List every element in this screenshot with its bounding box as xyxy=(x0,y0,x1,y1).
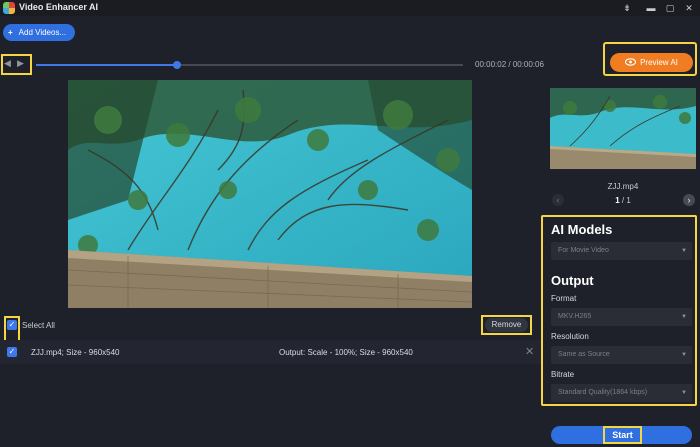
app-logo-icon xyxy=(3,2,15,14)
video-thumbnail[interactable] xyxy=(550,88,696,169)
ai-model-value: For Movie Video xyxy=(558,247,609,254)
select-all-label: Select All xyxy=(22,321,55,330)
preview-ai-button[interactable]: Preview AI xyxy=(610,53,693,72)
bitrate-value: Standard Quality(1864 kbps) xyxy=(558,389,648,396)
format-value: MKV.H265 xyxy=(558,313,592,320)
row-file-info: ZJJ.mp4; Size - 960x540 xyxy=(31,348,120,357)
plus-icon: + xyxy=(8,28,13,37)
eye-icon xyxy=(625,58,637,66)
format-select[interactable]: MKV.H265 ▼ xyxy=(551,308,692,326)
timeline-handle[interactable] xyxy=(173,61,181,69)
resolution-value: Same as Source xyxy=(558,351,610,358)
bitrate-select[interactable]: Standard Quality(1864 kbps) ▼ xyxy=(551,384,692,402)
output-title: Output xyxy=(551,273,594,288)
start-label[interactable]: Start xyxy=(603,426,642,444)
ai-models-title: AI Models xyxy=(551,222,613,237)
pin-icon[interactable]: ⇟ xyxy=(616,1,638,15)
bitrate-label: Bitrate xyxy=(551,370,575,379)
next-page-icon[interactable]: › xyxy=(683,194,695,206)
resolution-select[interactable]: Same as Source ▼ xyxy=(551,346,692,364)
page-total: 1 xyxy=(626,196,631,205)
chevron-down-icon: ▼ xyxy=(681,248,687,254)
add-videos-button[interactable]: + Add Videos... xyxy=(3,24,75,41)
chevron-down-icon: ▼ xyxy=(681,314,687,320)
video-preview xyxy=(68,80,472,308)
row-remove-icon[interactable]: ✕ xyxy=(525,345,534,358)
previous-frame-icon[interactable]: ◀ xyxy=(4,58,11,69)
remove-button[interactable]: Remove xyxy=(485,318,528,332)
ai-model-select[interactable]: For Movie Video ▼ xyxy=(551,242,692,260)
close-window-button[interactable]: ✕ xyxy=(678,1,700,15)
pager: 1 / 1 xyxy=(550,196,696,205)
select-all-checkbox[interactable]: ✓ xyxy=(7,320,17,330)
title-bar xyxy=(0,0,700,16)
thumbnail-file-name: ZJJ.mp4 xyxy=(607,182,639,191)
row-output-info: Output: Scale - 100%; Size - 960x540 xyxy=(279,348,413,357)
preview-ai-label: Preview AI xyxy=(640,58,678,67)
format-label: Format xyxy=(551,294,577,303)
timeline-progress xyxy=(36,64,177,66)
next-frame-icon[interactable]: ▶ xyxy=(17,58,24,69)
resolution-label: Resolution xyxy=(551,332,589,341)
timecode: 00:00:02 / 00:00:06 xyxy=(475,60,544,69)
row-checkbox[interactable]: ✓ xyxy=(7,347,17,357)
add-videos-label: Add Videos... xyxy=(18,28,67,37)
chevron-down-icon: ▼ xyxy=(681,390,687,396)
window-title: Video Enhancer AI xyxy=(19,2,99,12)
chevron-down-icon: ▼ xyxy=(681,352,687,358)
